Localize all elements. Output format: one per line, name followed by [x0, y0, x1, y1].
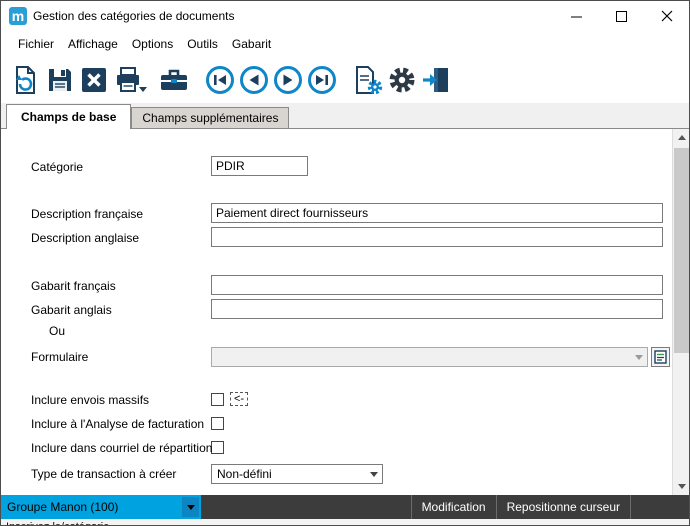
- status-spacer: [201, 495, 412, 519]
- inclure-envois-massifs-checkbox[interactable]: [211, 393, 224, 406]
- menu-affichage[interactable]: Affichage: [61, 33, 125, 55]
- previous-record-icon: [239, 65, 269, 95]
- first-record-button[interactable]: [203, 62, 237, 98]
- form-lookup-icon: [654, 350, 667, 364]
- type-transaction-label: Type de transaction à créer: [31, 467, 176, 481]
- app-logo-icon: m: [9, 7, 27, 25]
- vertical-scrollbar[interactable]: [672, 129, 689, 495]
- new-record-icon: [11, 65, 41, 95]
- formulaire-label: Formulaire: [31, 350, 88, 364]
- tab-bar: Champs de base Champs supplémentaires: [1, 103, 689, 128]
- chevron-down-icon: [370, 472, 378, 477]
- group-selector-combo[interactable]: Groupe Manon (100): [1, 495, 201, 519]
- gabarit-anglais-label: Gabarit anglais: [31, 303, 112, 317]
- scrollbar-thumb[interactable]: [674, 148, 689, 353]
- ou-label: Ou: [49, 324, 65, 338]
- form-area: Catégorie Description française Descript…: [1, 128, 689, 495]
- toolbox-button[interactable]: [157, 62, 191, 98]
- cursor-position-marker: <-: [230, 392, 248, 406]
- categorie-label: Catégorie: [31, 160, 83, 174]
- inclure-analyse-facturation-label: Inclure à l'Analyse de facturation: [31, 417, 204, 431]
- description-anglaise-label: Description anglaise: [31, 231, 139, 245]
- inclure-envois-massifs-label: Inclure envois massifs: [31, 393, 149, 407]
- settings-button[interactable]: [385, 62, 419, 98]
- report-settings-icon: [353, 65, 383, 95]
- group-selector-dropdown-button[interactable]: [182, 497, 199, 517]
- tab-champs-supplementaires[interactable]: Champs supplémentaires: [131, 107, 289, 128]
- previous-record-button[interactable]: [237, 62, 271, 98]
- exit-button[interactable]: [419, 62, 453, 98]
- tab-champs-de-base[interactable]: Champs de base: [6, 104, 131, 129]
- next-record-icon: [273, 65, 303, 95]
- inclure-courriel-repartition-checkbox[interactable]: [211, 441, 224, 454]
- description-francaise-input[interactable]: [211, 203, 663, 223]
- description-anglaise-input[interactable]: [211, 227, 663, 247]
- save-icon: [46, 66, 74, 94]
- settings-gear-icon: [387, 65, 417, 95]
- maximize-icon: [616, 11, 627, 22]
- categorie-input[interactable]: [211, 156, 308, 176]
- save-button[interactable]: [43, 62, 77, 98]
- print-icon: [114, 66, 142, 94]
- scroll-down-button[interactable]: [673, 478, 690, 495]
- new-record-button[interactable]: [9, 62, 43, 98]
- menu-bar: Fichier Affichage Options Outils Gabarit: [1, 31, 689, 57]
- field-hint-bar: Inscrivez le/catégorie: [1, 519, 689, 526]
- gabarit-anglais-input[interactable]: [211, 299, 663, 319]
- type-transaction-value: Non-défini: [217, 467, 272, 481]
- toolbar: [1, 57, 689, 103]
- delete-button[interactable]: [77, 62, 111, 98]
- menu-options[interactable]: Options: [125, 33, 180, 55]
- arrow-up-icon: [678, 135, 686, 140]
- group-selector-value: Groupe Manon (100): [7, 500, 118, 514]
- formulaire-lookup-button[interactable]: [651, 347, 670, 367]
- last-record-button[interactable]: [305, 62, 339, 98]
- title-bar: m Gestion des catégories de documents: [1, 1, 689, 31]
- gabarit-francais-input[interactable]: [211, 275, 663, 295]
- arrow-down-icon: [678, 484, 686, 489]
- app-window: m Gestion des catégories de documents Fi…: [0, 0, 690, 526]
- exit-icon: [421, 66, 451, 94]
- minimize-icon: [571, 11, 582, 22]
- last-record-icon: [307, 65, 337, 95]
- menu-outils[interactable]: Outils: [180, 33, 225, 55]
- type-transaction-combo[interactable]: Non-défini: [211, 464, 383, 484]
- status-bar: Groupe Manon (100) Modification Repositi…: [1, 495, 689, 519]
- first-record-icon: [205, 65, 235, 95]
- description-francaise-label: Description française: [31, 207, 143, 221]
- toolbox-icon: [159, 66, 189, 94]
- print-options-caret-icon[interactable]: [139, 87, 147, 92]
- close-icon: [661, 10, 673, 22]
- window-title: Gestion des catégories de documents: [33, 9, 554, 23]
- report-settings-button[interactable]: [351, 62, 385, 98]
- print-button[interactable]: [111, 62, 145, 98]
- next-record-button[interactable]: [271, 62, 305, 98]
- status-tail: [631, 495, 689, 519]
- chevron-down-icon: [635, 355, 643, 360]
- formulaire-combo[interactable]: [211, 347, 648, 367]
- delete-icon: [80, 66, 108, 94]
- menu-fichier[interactable]: Fichier: [11, 33, 61, 55]
- minimize-button[interactable]: [554, 1, 599, 31]
- scroll-up-button[interactable]: [673, 129, 690, 146]
- close-button[interactable]: [644, 1, 689, 31]
- status-cursor-mode: Repositionne curseur: [497, 495, 631, 519]
- chevron-down-icon: [187, 505, 195, 510]
- inclure-analyse-facturation-checkbox[interactable]: [211, 417, 224, 430]
- menu-gabarit[interactable]: Gabarit: [225, 33, 278, 55]
- maximize-button[interactable]: [599, 1, 644, 31]
- inclure-courriel-repartition-label: Inclure dans courriel de répartition: [31, 441, 212, 455]
- status-mode: Modification: [412, 495, 497, 519]
- field-hint-text: Inscrivez le/catégorie: [6, 521, 109, 526]
- gabarit-francais-label: Gabarit français: [31, 279, 116, 293]
